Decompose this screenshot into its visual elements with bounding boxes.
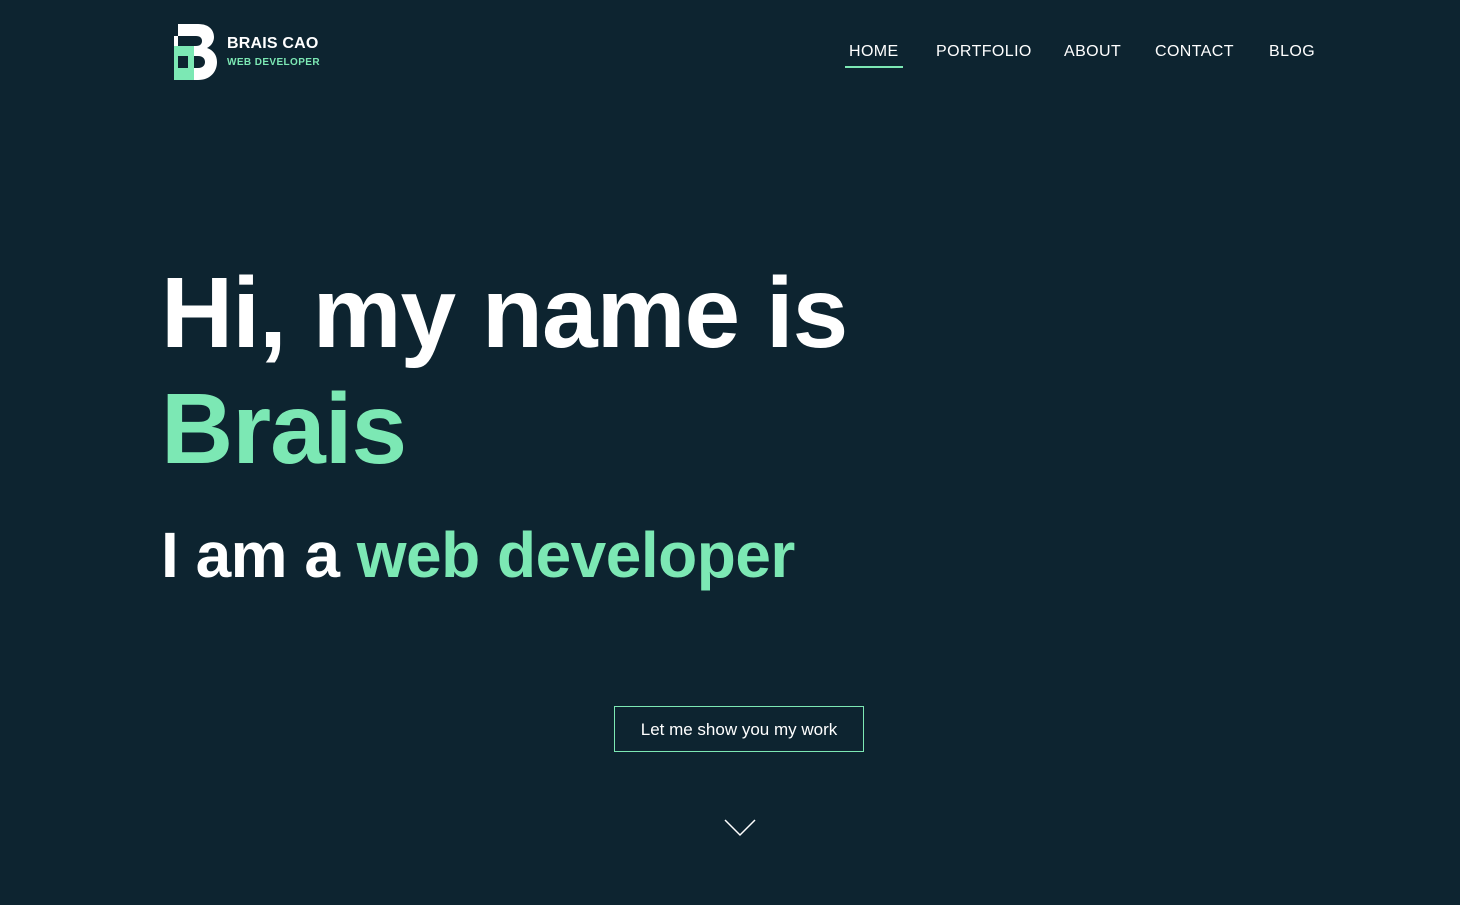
site-header: BRAIS CAO WEB DEVELOPER HOME PORTFOLIO A… (0, 0, 1460, 100)
hero-name: Brais (161, 373, 407, 485)
scroll-down-link[interactable] (724, 818, 756, 838)
show-work-button[interactable]: Let me show you my work (614, 706, 864, 752)
hero-intro-role: web developer (356, 519, 796, 591)
hero-greeting: Hi, my name is (161, 257, 848, 369)
nav-item-blog[interactable]: BLOG (1269, 40, 1315, 64)
chevron-down-icon (724, 819, 756, 837)
nav-item-portfolio[interactable]: PORTFOLIO (936, 40, 1032, 64)
nav-item-contact[interactable]: CONTACT (1155, 40, 1234, 64)
hero-intro-prefix: I am a (161, 519, 340, 591)
nav-item-about[interactable]: ABOUT (1064, 40, 1121, 64)
nav-item-home[interactable]: HOME (845, 40, 903, 68)
hero-intro: I am a web developer (161, 515, 795, 595)
hero-heading: Hi, my name is Brais (161, 255, 848, 487)
main-nav: HOME PORTFOLIO ABOUT CONTACT BLOG (0, 40, 1460, 70)
